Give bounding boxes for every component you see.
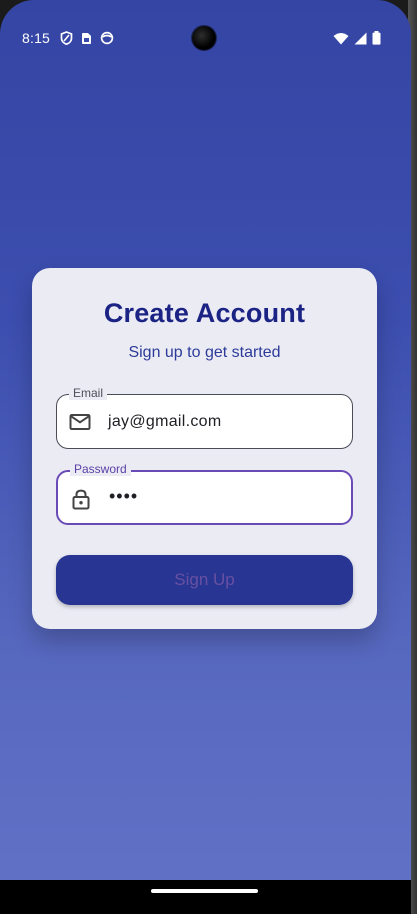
lock-icon — [70, 488, 92, 510]
password-field[interactable]: Password •••• — [56, 462, 353, 525]
page-subtitle: Sign up to get started — [128, 344, 281, 361]
email-field[interactable]: Email jay@gmail.com — [56, 386, 353, 449]
battery-icon — [372, 31, 381, 48]
wifi-icon — [333, 32, 349, 48]
status-time: 8:15 — [22, 30, 51, 46]
email-field-value: jay@gmail.com — [108, 413, 222, 430]
front-camera — [192, 26, 216, 50]
device-frame: 8:15 Create Account Sign up to get start… — [0, 0, 417, 914]
sim-card-icon — [81, 32, 92, 48]
home-indicator[interactable] — [151, 889, 258, 893]
email-field-label: Email — [69, 386, 108, 400]
page-title: Create Account — [103, 298, 306, 328]
signal-icon — [354, 32, 367, 48]
status-left-icons — [60, 31, 114, 48]
navigation-bar — [0, 880, 411, 914]
sign-up-button[interactable]: Sign Up — [56, 555, 353, 605]
status-right-icons — [333, 31, 381, 48]
sign-up-button-label: Sign Up — [174, 570, 235, 589]
shield-icon — [60, 31, 73, 48]
app-screen: 8:15 Create Account Sign up to get start… — [0, 0, 411, 914]
face-icon — [100, 31, 114, 48]
password-field-value: •••• — [109, 486, 139, 506]
status-bar: 8:15 — [0, 0, 411, 76]
mail-icon — [69, 411, 91, 433]
signup-card: Create Account Sign up to get started Em… — [32, 268, 377, 629]
password-field-label: Password — [70, 462, 131, 476]
